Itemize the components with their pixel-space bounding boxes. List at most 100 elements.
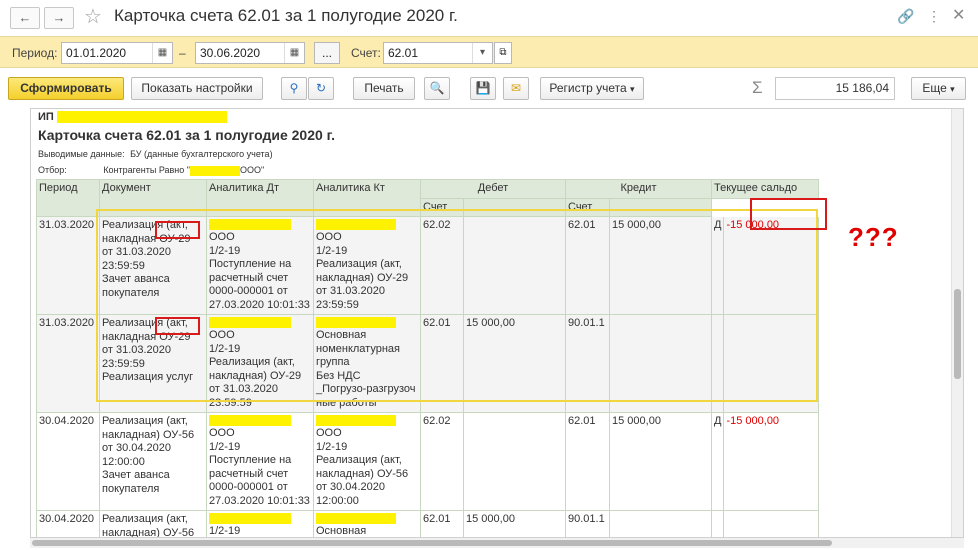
window-title: Карточка счета 62.01 за 1 полугодие 2020… — [114, 6, 458, 25]
date-to-value: 30.06.2020 — [200, 46, 261, 60]
search-icon[interactable]: ⚲ — [281, 77, 307, 100]
hidden-counterparty — [316, 415, 396, 426]
table-header-row: Период Документ Аналитика Дт Аналитика К… — [36, 179, 820, 217]
cell-debit-sum — [463, 412, 566, 511]
cell-analytics-dt: ООО 1/2-19 Поступление на расчетный счет… — [206, 412, 314, 511]
doc-type: накладная) ОУ-56 — [102, 526, 195, 538]
output-line: Выводимые данные: БУ (данные бухгалтерск… — [38, 149, 273, 159]
output-value: БУ (данные бухгалтерского учета) — [130, 149, 273, 159]
cell-analytics-dt: 1/2-19 — [206, 510, 314, 537]
mail-icon[interactable]: ✉ — [503, 77, 529, 100]
doc-line-a: Реализация (акт, — [102, 513, 188, 525]
cell-debit-account: 62.02 — [420, 412, 464, 511]
arrow-right-icon: → — [52, 10, 66, 25]
selection-outline — [96, 209, 818, 402]
cell-debit-sum: 15 000,00 — [463, 510, 566, 537]
open-icon[interactable]: ⧉ — [494, 42, 512, 64]
question-annotation: ??? — [848, 222, 899, 252]
filter-label: Отбор: — [38, 165, 67, 175]
vertical-scrollbar[interactable] — [951, 109, 963, 537]
doc-line-a: Реализация (акт, — [102, 415, 188, 427]
cell-document: Реализация (акт,накладная) ОУ-56от 30.04… — [99, 412, 207, 511]
back-button[interactable]: ← — [10, 7, 40, 29]
forward-button[interactable]: → — [44, 7, 74, 29]
header-balance: Текущее сальдо — [710, 179, 820, 199]
analytics-dt-text: 1/2-19 — [209, 525, 241, 537]
period-select-button[interactable]: ... — [314, 42, 340, 64]
analytics-kt-text: ООО 1/2-19 Реализация (акт, накладная) О… — [316, 427, 409, 507]
register-button[interactable]: Регистр учета ▾ — [540, 77, 644, 100]
date-from-input[interactable]: 01.01.2020 ▦ — [61, 42, 173, 64]
scrollbar-thumb[interactable] — [954, 289, 961, 379]
red-highlight-box — [155, 317, 200, 335]
header-period: Период — [36, 179, 100, 217]
red-highlight-box — [750, 198, 827, 230]
cell-balance — [723, 510, 820, 537]
chevron-down-icon[interactable]: ▾ — [472, 43, 492, 63]
more-vertical-icon[interactable]: ⋮ — [927, 8, 941, 25]
favorite-star-icon[interactable]: ☆ — [84, 4, 102, 29]
save-icon[interactable]: 💾 — [470, 77, 496, 100]
cell-period: 31.03.2020 — [36, 314, 100, 413]
close-icon[interactable]: ✕ — [952, 5, 965, 25]
generate-button[interactable]: Сформировать — [8, 77, 124, 100]
cell-balance: -15 000,00 — [723, 412, 820, 511]
horizontal-scrollbar[interactable] — [30, 538, 964, 548]
cell-period: 31.03.2020 — [36, 216, 100, 315]
chevron-down-icon: ▾ — [630, 84, 635, 94]
calendar-icon[interactable]: ▦ — [284, 43, 304, 63]
filter-line: Отбор: Контрагенты Равно " ООО" — [38, 165, 264, 176]
preview-icon[interactable]: 🔍 — [424, 77, 450, 100]
more-label: Еще — [922, 81, 947, 95]
hidden-counterparty — [189, 165, 240, 176]
hidden-counterparty — [209, 513, 291, 524]
cell-document: Реализация (акт,накладная) ОУ-56от 30.04… — [99, 510, 207, 538]
register-label: Регистр учета — [549, 81, 627, 95]
cell-credit-sum: 15 000,00 — [609, 412, 712, 511]
search-refresh-icon[interactable]: ↻ — [308, 77, 334, 100]
header-debit: Дебет — [420, 179, 566, 199]
cell-analytics-kt: ООО 1/2-19 Реализация (акт, накладная) О… — [313, 412, 421, 511]
filter-value-start: Контрагенты Равно " — [103, 165, 190, 175]
doc-type: накладная) ОУ-56 — [102, 428, 195, 441]
doc-line-b: накладная) ОУ-56 — [102, 526, 204, 538]
cell-credit-account: 90.01.1 — [565, 510, 610, 537]
table-row[interactable]: 30.04.2020 Реализация (акт, накладная) ОУ-… — [36, 412, 820, 511]
period-label: Период: — [12, 46, 58, 60]
link-icon[interactable]: 🔗 — [897, 8, 914, 25]
cell-analytics-kt: Основная номенклатурная группа — [313, 510, 421, 537]
calendar-icon[interactable]: ▦ — [152, 43, 172, 63]
sum-value: 15 186,04 — [775, 77, 895, 100]
account-input[interactable]: 62.01 ▾ — [383, 42, 493, 64]
doc-rest: от 30.04.2020 12:00:00 Зачет аванса поку… — [102, 442, 172, 495]
date-from-value: 01.01.2020 — [66, 46, 127, 60]
period-dash: – — [179, 46, 186, 60]
account-value: 62.01 — [388, 46, 419, 60]
chevron-down-icon: ▾ — [950, 84, 955, 94]
analytics-dt-text: ООО 1/2-19 Поступление на расчетный счет… — [209, 427, 310, 507]
arrow-left-icon: ← — [18, 10, 32, 25]
cell-credit-account: 62.01 — [565, 412, 610, 511]
output-label: Выводимые данные: — [38, 149, 125, 159]
period-bar: Период: 01.01.2020 ▦ – 30.06.2020 ▦ ... … — [0, 36, 978, 68]
hidden-org-name — [56, 111, 227, 124]
more-button[interactable]: Еще ▾ — [911, 77, 966, 100]
hidden-counterparty — [316, 513, 396, 524]
show-settings-button[interactable]: Показать настройки — [131, 77, 263, 100]
red-highlight-box — [155, 221, 200, 239]
report-title: Карточка счета 62.01 за 1 полугодие 2020… — [38, 127, 335, 143]
account-label: Счет: — [351, 46, 381, 60]
sum-icon: Σ — [752, 78, 763, 97]
cell-credit-sum — [609, 510, 712, 537]
filter-value-end: ООО" — [239, 165, 265, 175]
table-row[interactable]: 30.04.2020 Реализация (акт, накладная) ОУ-… — [36, 510, 820, 538]
scrollbar-thumb[interactable] — [32, 540, 832, 546]
cell-period: 30.04.2020 — [36, 412, 100, 511]
hidden-counterparty — [209, 415, 291, 426]
report-area[interactable]: ИП Карточка счета 62.01 за 1 полугодие 2… — [30, 108, 964, 538]
cell-balance-type — [710, 510, 725, 537]
header-credit: Кредит — [565, 179, 712, 199]
print-button[interactable]: Печать — [353, 77, 415, 100]
org-line: ИП — [38, 111, 227, 124]
date-to-input[interactable]: 30.06.2020 ▦ — [195, 42, 305, 64]
